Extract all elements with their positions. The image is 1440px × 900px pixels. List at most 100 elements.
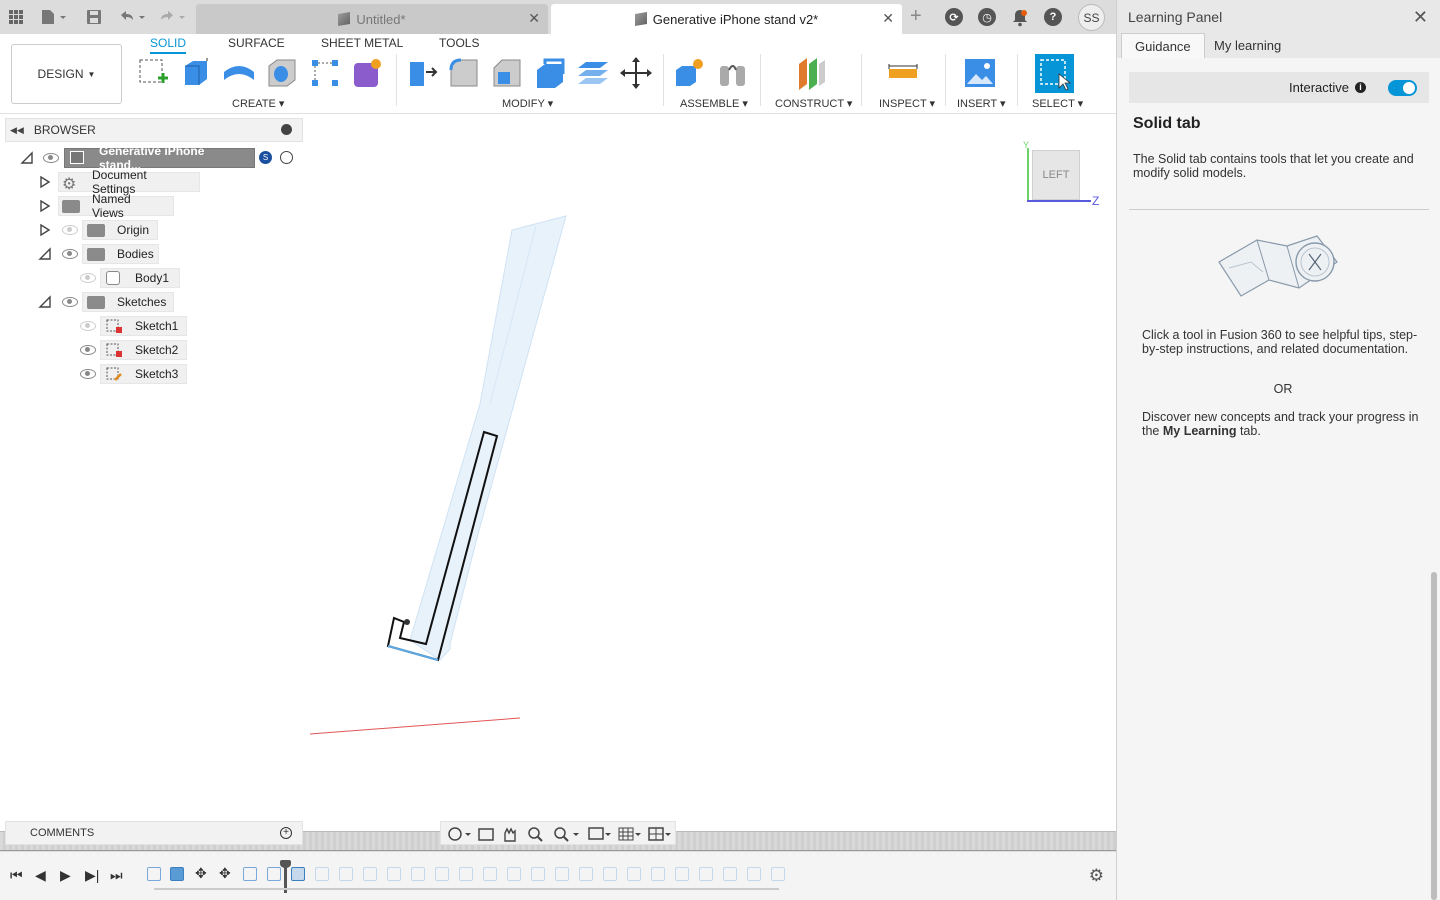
model-canvas[interactable] [0,114,1116,848]
hole-icon[interactable] [265,56,299,90]
undo-icon[interactable] [118,7,148,27]
timeline-sketch-feature[interactable] [147,867,161,881]
timeline-sketch-feature[interactable] [243,867,257,881]
add-comment-icon[interactable]: + [280,827,292,839]
file-menu-icon[interactable] [40,7,68,27]
tab-sheet-metal[interactable]: SHEET METAL [321,36,403,50]
viewports-icon[interactable] [648,827,671,841]
timeline-suppressed-feature[interactable] [411,867,425,881]
timeline-settings-gear-icon[interactable]: ⚙ [1089,866,1104,886]
notifications-bell-icon[interactable] [1012,8,1028,28]
group-inspect-label[interactable]: INSPECT ▾ [879,97,935,110]
browser-root-label[interactable]: Generative iPhone stand... [64,144,255,172]
expand-triangle-icon[interactable] [38,175,52,189]
chamfer-icon[interactable] [490,56,524,90]
look-at-icon[interactable] [478,828,494,841]
go-to-start-icon[interactable]: ⏮ [10,867,23,884]
timeline-suppressed-feature[interactable] [699,867,713,881]
shell-icon[interactable] [533,56,567,90]
visibility-eye-icon[interactable] [80,345,96,355]
group-modify-label[interactable]: MODIFY ▾ [502,97,553,110]
canvas-viewport[interactable]: Y Z LEFT [0,114,1116,851]
viewcube[interactable]: Y Z LEFT [1020,128,1104,210]
tab-tools[interactable]: TOOLS [439,36,479,50]
comments-panel-header[interactable]: COMMENTS + [5,821,303,845]
measure-icon[interactable] [886,56,920,90]
browser-panel-header[interactable]: ◀◀ BROWSER [5,118,303,142]
tab-surface[interactable]: SURFACE [228,36,285,50]
press-pull-icon[interactable] [404,56,438,90]
timeline-suppressed-feature[interactable] [747,867,761,881]
tab-guidance[interactable]: Guidance [1121,33,1205,58]
fillet-icon[interactable] [447,56,481,90]
visibility-eye-hidden-icon[interactable] [80,321,96,331]
timeline-suppressed-feature[interactable] [387,867,401,881]
collapse-panel-icon[interactable]: ◀◀ [10,125,24,136]
timeline-extrude-feature[interactable] [170,867,184,881]
visibility-eye-hidden-icon[interactable] [80,273,96,283]
zoom-icon[interactable] [528,827,543,842]
group-select-label[interactable]: SELECT ▾ [1032,97,1083,110]
timeline-suppressed-feature[interactable] [315,867,329,881]
interactive-toggle[interactable] [1388,79,1417,96]
group-insert-label[interactable]: INSERT ▾ [957,97,1006,110]
timeline-suppressed-feature[interactable] [627,867,641,881]
timeline-suppressed-feature[interactable] [507,867,521,881]
timeline-suppressed-feature[interactable] [363,867,377,881]
timeline-suppressed-feature[interactable] [555,867,569,881]
step-forward-icon[interactable]: ▶︎| [85,867,99,884]
timeline-suppressed-feature[interactable] [771,867,785,881]
pattern-icon[interactable] [308,56,342,90]
visibility-eye-icon[interactable] [62,249,78,259]
collapse-triangle-icon[interactable] [38,247,52,261]
play-icon[interactable]: ▶︎ [60,867,71,884]
timeline-sketch-feature[interactable] [267,867,281,881]
new-component-icon[interactable] [672,56,706,90]
app-grid-icon[interactable] [8,7,24,27]
timeline-suppressed-feature[interactable] [603,867,617,881]
timeline-suppressed-feature[interactable] [291,867,305,881]
browser-item-document-settings[interactable]: Document Settings [58,168,200,196]
group-create-label[interactable]: CREATE ▾ [232,97,284,110]
visibility-eye-icon[interactable] [62,297,78,307]
browser-minimize-icon[interactable] [281,124,292,135]
offset-face-icon[interactable] [576,56,610,90]
joint-icon[interactable] [716,56,750,90]
timeline-suppressed-feature[interactable] [579,867,593,881]
display-settings-icon[interactable] [588,827,611,840]
viewcube-face-left[interactable]: LEFT [1032,150,1080,200]
select-icon[interactable] [1035,54,1074,93]
move-copy-icon[interactable] [619,56,653,90]
timeline-suppressed-feature[interactable] [651,867,665,881]
timeline-suppressed-feature[interactable] [435,867,449,881]
extensions-icon[interactable]: ⟳ [945,8,963,26]
body1-shape[interactable] [409,215,567,661]
activate-radio-icon[interactable] [280,151,293,164]
offset-plane-icon[interactable] [795,56,829,90]
job-status-icon[interactable]: ◷ [978,8,996,26]
user-avatar[interactable]: SS [1078,4,1105,31]
go-to-end-icon[interactable]: ⏭ [110,867,123,884]
grid-settings-icon[interactable] [618,827,641,841]
tab-my-learning[interactable]: My learning [1201,33,1294,58]
help-icon[interactable]: ? [1044,8,1062,26]
timeline-marker-handle[interactable] [280,860,291,868]
timeline-suppressed-feature[interactable] [723,867,737,881]
workspace-switcher-button[interactable]: DESIGN ▼ [11,44,122,104]
step-back-icon[interactable]: ◀︎ [35,867,46,884]
insert-image-icon[interactable] [963,56,997,90]
timeline-suppressed-feature[interactable] [675,867,689,881]
collapse-triangle-icon[interactable] [20,151,34,165]
visibility-eye-icon[interactable] [80,369,96,379]
redo-icon[interactable] [158,7,188,27]
timeline-suppressed-feature[interactable] [459,867,473,881]
revolve-icon[interactable] [222,56,256,90]
close-icon[interactable]: ✕ [882,10,894,27]
expand-triangle-icon[interactable] [38,199,52,213]
timeline-move-feature[interactable]: ✥ [195,865,209,881]
close-icon[interactable]: ✕ [528,10,540,27]
group-assemble-label[interactable]: ASSEMBLE ▾ [680,97,748,110]
scrollbar[interactable] [1431,572,1437,900]
visibility-eye-hidden-icon[interactable] [62,225,78,235]
orbit-icon[interactable] [448,827,471,841]
